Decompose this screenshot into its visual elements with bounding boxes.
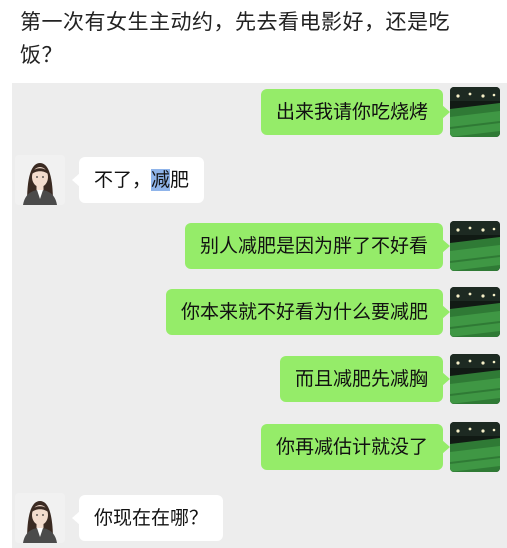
stadium-photo-avatar-icon[interactable] (450, 87, 500, 137)
outgoing-message-bubble[interactable]: 你再减估计就没了 (260, 424, 451, 470)
outgoing-message-bubble[interactable]: 而且减肥先减胸 (279, 356, 451, 402)
message-text: 不了， (94, 169, 152, 191)
outgoing-message-bubble[interactable]: 出来我请你吃烧烤 (260, 89, 451, 135)
outgoing-message-bubble[interactable]: 你本来就不好看为什么要减肥 (165, 289, 451, 335)
stadium-photo-avatar-icon[interactable] (450, 221, 500, 271)
message-text: 肥 (170, 169, 190, 191)
stadium-photo-avatar-icon[interactable] (450, 287, 500, 337)
stadium-photo-avatar-icon[interactable] (450, 354, 500, 404)
post-title: 第一次有女生主动约，先去看电影好，还是吃饭？ (20, 10, 450, 67)
incoming-message-bubble[interactable]: 你现在在哪？ (71, 495, 224, 541)
stadium-photo-avatar-icon[interactable] (450, 422, 500, 472)
girl-portrait-avatar-icon[interactable] (15, 493, 65, 543)
chat-conversation[interactable]: 出来我请你吃烧烤 不了，减肥 别人减肥是因为胖了不好看 你本来就不好看为什么要减… (12, 83, 507, 548)
selected-text-highlight[interactable]: 减 (151, 169, 171, 191)
incoming-message-bubble[interactable]: 不了，减肥 (71, 157, 205, 203)
outgoing-message-bubble[interactable]: 别人减肥是因为胖了不好看 (184, 223, 451, 269)
girl-portrait-avatar-icon[interactable] (15, 155, 65, 205)
